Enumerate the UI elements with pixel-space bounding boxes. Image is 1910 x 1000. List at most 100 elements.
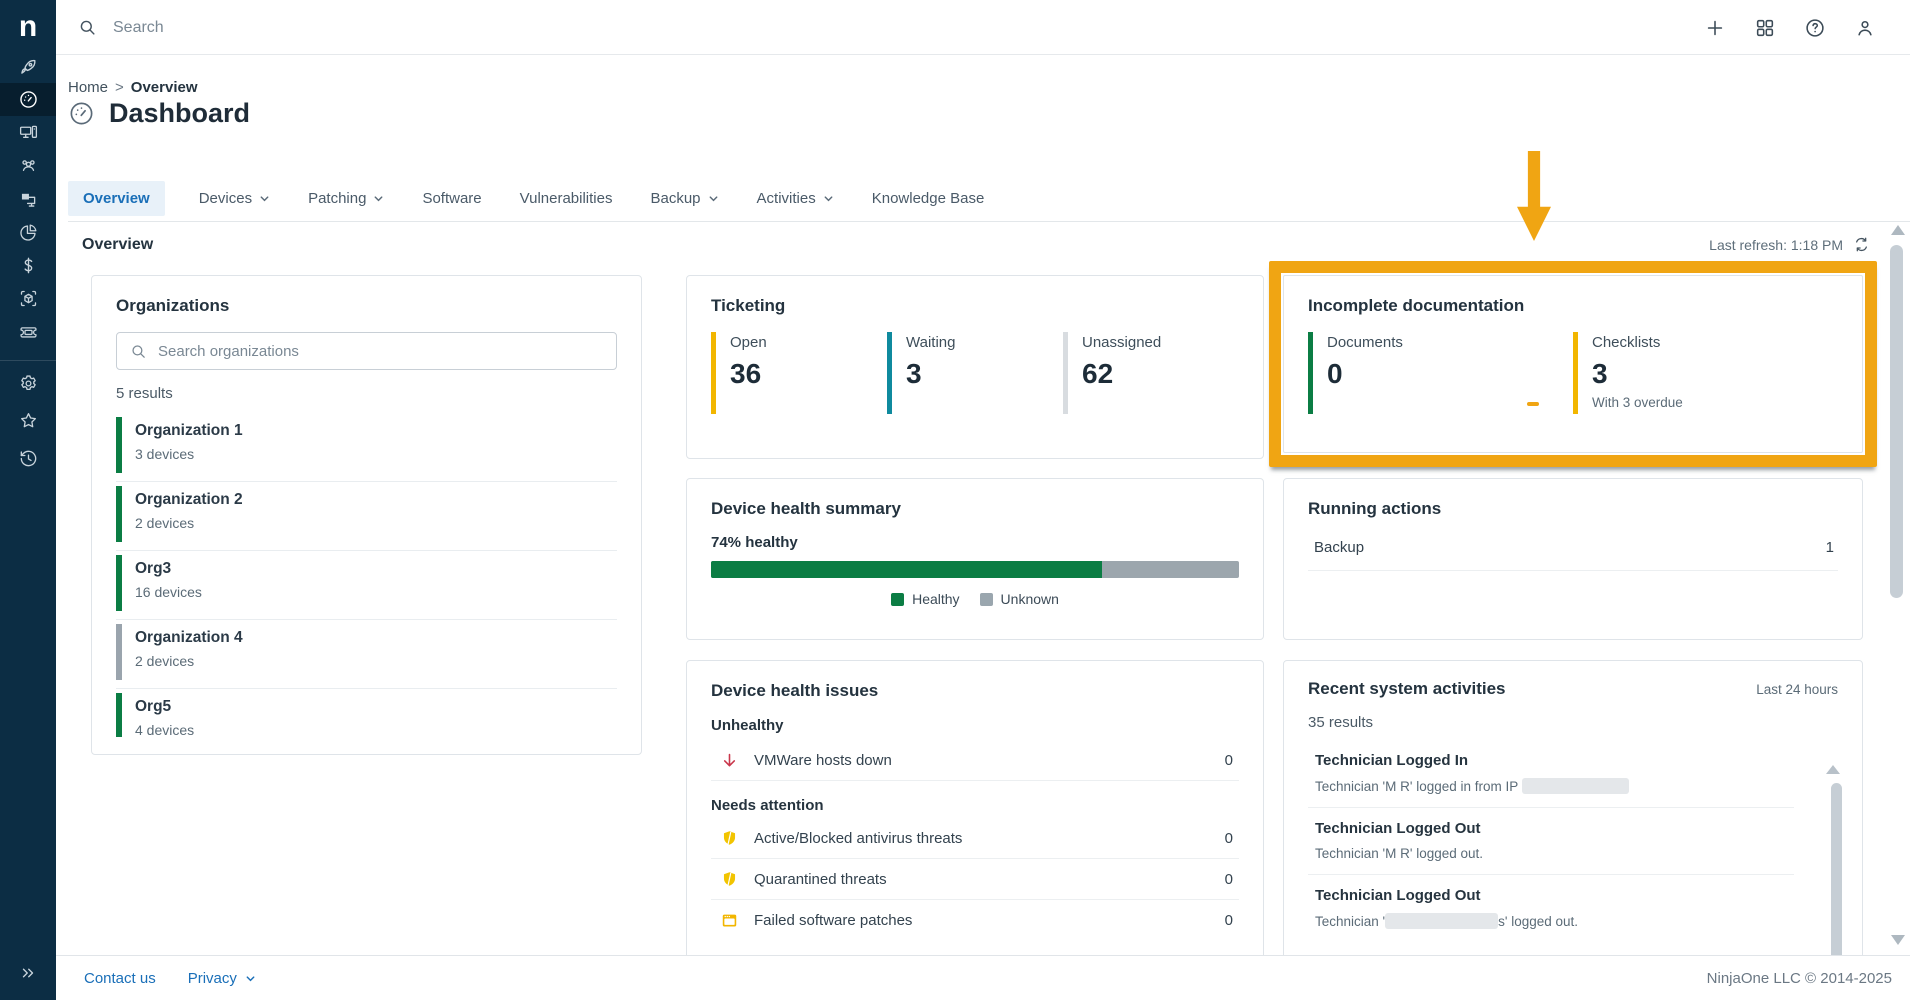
chevron-down-icon: [708, 193, 719, 204]
tab-overview[interactable]: Overview: [68, 181, 165, 216]
ticket-icon[interactable]: [0, 316, 56, 349]
health-legend: Healthy Unknown: [711, 591, 1239, 607]
dashboard-title-icon: [68, 100, 95, 127]
ticketing-stat-waiting[interactable]: Waiting 3: [887, 332, 1063, 414]
organizations-title: Organizations: [116, 296, 617, 316]
chevron-down-icon: [823, 193, 834, 204]
issue-row-antivirus[interactable]: Active/Blocked antivirus threats 0: [711, 818, 1239, 859]
list-item[interactable]: Technician Logged In Technician 'M R' lo…: [1308, 740, 1794, 808]
contact-us-link[interactable]: Contact us: [84, 970, 156, 987]
ticketing-card: Ticketing Open 36 Waiting 3 Unassigned 6…: [686, 275, 1264, 459]
tab-activities[interactable]: Activities: [753, 181, 838, 216]
org-status-bar: [116, 486, 122, 542]
list-item[interactable]: Technician Logged Out Technician 'M R' l…: [1308, 808, 1794, 875]
sidebar-divider: [0, 360, 56, 361]
list-item[interactable]: Technician Logged Out Technician 's' log…: [1308, 875, 1794, 942]
main-content: Overview Last refresh: 1:18 PM Organizat…: [56, 222, 1910, 955]
organizations-list: Organization 1 3 devices Organization 2 …: [116, 413, 617, 738]
breadcrumb-current: Overview: [131, 79, 198, 96]
last-refresh-text: Last refresh: 1:18 PM: [1709, 237, 1843, 253]
cube-scan-icon[interactable]: [0, 282, 56, 315]
running-actions-title: Running actions: [1308, 499, 1838, 519]
dollar-icon[interactable]: [0, 249, 56, 282]
users-icon[interactable]: [0, 149, 56, 182]
org-status-bar: [116, 624, 122, 680]
org-status-bar: [116, 417, 122, 473]
tab-software[interactable]: Software: [418, 181, 485, 216]
gear-icon[interactable]: [0, 367, 56, 400]
history-icon[interactable]: [0, 442, 56, 475]
issue-row-vmware[interactable]: VMWare hosts down 0: [711, 740, 1239, 781]
last-refresh: Last refresh: 1:18 PM: [1709, 236, 1870, 253]
patch-window-icon: [720, 911, 739, 930]
tab-backup[interactable]: Backup: [646, 181, 722, 216]
list-item[interactable]: Org3 16 devices: [116, 551, 617, 620]
chevron-down-icon: [245, 973, 256, 984]
global-search-placeholder: Search: [113, 19, 164, 37]
device-health-issues-title: Device health issues: [711, 681, 1239, 701]
ticketing-stat-unassigned[interactable]: Unassigned 62: [1063, 332, 1239, 414]
inner-scrollbar-thumb[interactable]: [1831, 783, 1842, 955]
inner-scroll-up-arrow[interactable]: [1826, 765, 1840, 774]
incomplete-documentation-card: Incomplete documentation Documents 0 Che…: [1283, 275, 1863, 453]
issue-row-quarantined[interactable]: Quarantined threats 0: [711, 859, 1239, 900]
page-scroll-down-arrow[interactable]: [1891, 935, 1905, 945]
device-health-issues-card: Device health issues Unhealthy VMWare ho…: [686, 660, 1264, 955]
tab-devices[interactable]: Devices: [195, 181, 274, 216]
list-item[interactable]: Organization 4 2 devices: [116, 620, 617, 689]
dashboard-icon[interactable]: [0, 83, 56, 116]
redacted-text: [1385, 913, 1498, 929]
copyright-text: NinjaOne LLC © 2014-2025: [1707, 970, 1892, 987]
org-status-bar: [116, 693, 122, 737]
pie-chart-icon[interactable]: [0, 216, 56, 249]
ticketing-stat-open[interactable]: Open 36: [711, 332, 887, 414]
ticketing-title: Ticketing: [711, 296, 1239, 316]
privacy-link[interactable]: Privacy: [188, 970, 256, 987]
checklists-stat[interactable]: Checklists 3 With 3 overdue: [1573, 332, 1838, 414]
running-actions-card: Running actions Backup 1: [1283, 478, 1863, 640]
global-search[interactable]: Search: [78, 0, 164, 55]
highlight-border: Incomplete documentation Documents 0 Che…: [1269, 261, 1877, 467]
search-icon: [130, 343, 147, 360]
breadcrumb-separator: >: [115, 79, 124, 96]
help-icon[interactable]: [1804, 17, 1826, 39]
tab-vulnerabilities[interactable]: Vulnerabilities: [516, 181, 617, 216]
health-progress-bar: [711, 561, 1239, 578]
title-row: Dashboard: [68, 98, 250, 129]
organizations-result-count: 5 results: [116, 385, 617, 402]
page-scrollbar-thumb[interactable]: [1890, 245, 1903, 598]
user-icon[interactable]: [1854, 17, 1876, 39]
star-icon[interactable]: [0, 404, 56, 437]
breadcrumb-home[interactable]: Home: [68, 79, 108, 96]
device-health-summary-card: Device health summary 74% healthy Health…: [686, 478, 1264, 640]
org-status-bar: [116, 555, 122, 611]
devices-icon[interactable]: [0, 116, 56, 149]
highlight-dash: [1527, 402, 1539, 406]
organizations-search-input[interactable]: Search organizations: [116, 332, 617, 370]
ninjaone-logo[interactable]: n: [0, 8, 56, 46]
page-scroll-up-arrow[interactable]: [1891, 225, 1905, 235]
rocket-icon[interactable]: [0, 50, 56, 83]
expand-icon[interactable]: [0, 964, 56, 982]
organizations-card: Organizations Search organizations 5 res…: [91, 275, 642, 755]
shield-icon: [720, 829, 739, 848]
legend-unknown-swatch: [980, 593, 993, 606]
list-item[interactable]: Organization 2 2 devices: [116, 482, 617, 551]
tab-knowledge-base[interactable]: Knowledge Base: [868, 181, 989, 216]
shield-icon: [720, 870, 739, 889]
activities-range: Last 24 hours: [1756, 682, 1838, 697]
chevron-down-icon: [259, 193, 270, 204]
apps-grid-icon[interactable]: [1754, 17, 1776, 39]
refresh-icon[interactable]: [1853, 236, 1870, 253]
list-item[interactable]: Org5 4 devices: [116, 689, 617, 738]
tab-bar: Overview Devices Patching Software Vulne…: [68, 181, 988, 216]
issue-row-failed-patches[interactable]: Failed software patches 0: [711, 900, 1239, 941]
plus-icon[interactable]: [1704, 17, 1726, 39]
running-action-row-backup[interactable]: Backup 1: [1308, 539, 1838, 571]
tab-patching[interactable]: Patching: [304, 181, 388, 216]
topbar: Search: [56, 0, 1910, 55]
legend-healthy-swatch: [891, 593, 904, 606]
recent-activities-card: Recent system activities Last 24 hours 3…: [1283, 660, 1863, 955]
remote-windows-icon[interactable]: [0, 183, 56, 216]
list-item[interactable]: Organization 1 3 devices: [116, 413, 617, 482]
